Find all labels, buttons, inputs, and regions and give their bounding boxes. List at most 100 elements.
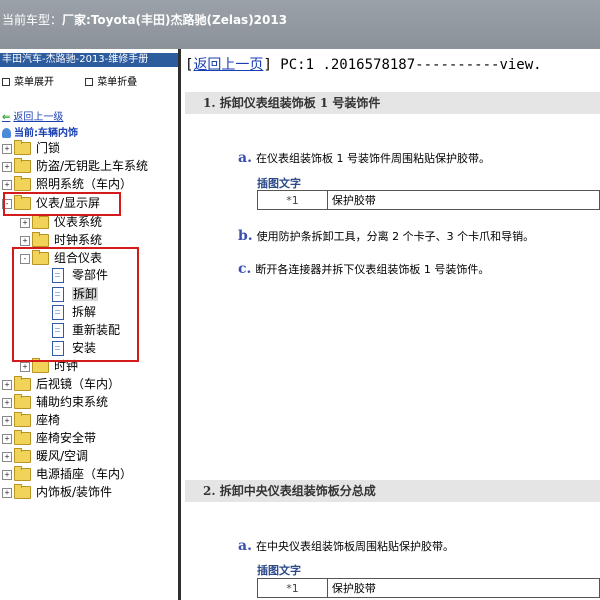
figure-number: *1 [257, 578, 328, 598]
expand-toggle-icon[interactable]: + [20, 361, 30, 372]
expand-toggle-icon[interactable]: + [2, 143, 12, 154]
page-code: PC:1 .2016578187----------view. [271, 57, 542, 73]
folder-icon [32, 214, 49, 229]
tree-item-instrument-display[interactable]: - 仪表/显示屏 [2, 194, 100, 212]
menu-collapse-button[interactable]: 菜单折叠 [85, 77, 151, 88]
folder-icon [14, 158, 31, 173]
tree-item-clock-system[interactable]: + 时钟系统 [20, 231, 102, 249]
folder-icon [14, 430, 31, 445]
tree-item-anti-theft[interactable]: + 防盗/无钥匙上车系统 [2, 157, 148, 175]
tree-item-label: 暖风/空调 [36, 449, 89, 463]
tree-item-label: 座椅安全带 [36, 431, 97, 445]
back-page-link[interactable]: 返回上一页 [193, 57, 263, 73]
expand-toggle-icon[interactable]: + [20, 235, 30, 246]
tree-item-interior-mirror[interactable]: + 后视镜（车内） [2, 375, 120, 393]
document-icon [52, 323, 64, 338]
back-to-parent-label: 返回上一级 [13, 112, 64, 123]
tree-item-seat-belt[interactable]: + 座椅安全带 [2, 429, 96, 447]
tree-item-combination-meter[interactable]: - 组合仪表 [20, 249, 102, 267]
step-text: 在中央仪表组装饰板周围粘贴保护胶带。 [255, 540, 454, 553]
document-icon [52, 305, 64, 320]
tree-item-label: 辅助约束系统 [36, 395, 109, 409]
document-icon [52, 268, 64, 283]
procedure-step: b. 使用防护条拆卸工具，分离 2 个卡子、3 个卡爪和导销。 [238, 228, 534, 244]
expand-toggle-icon[interactable]: + [2, 433, 12, 444]
folder-open-icon [14, 195, 31, 210]
tree-item-seat[interactable]: + 座椅 [2, 411, 60, 429]
expand-toggle-icon[interactable]: + [2, 487, 12, 498]
current-category-label: 当前:车辆内饰 [14, 128, 78, 139]
tree-item-label: 零部件 [72, 268, 109, 282]
tree-item-hvac[interactable]: + 暖风/空调 [2, 447, 88, 465]
step-text: 断开各连接器并拆下仪表组装饰板 1 号装饰件。 [255, 263, 490, 276]
tree-item-reassembly[interactable]: 重新装配 [52, 321, 120, 339]
tree-item-clock[interactable]: + 时钟 [20, 357, 78, 375]
menu-tools: 菜单展开 菜单折叠 [2, 73, 165, 88]
step-letter: c. [238, 261, 252, 277]
folder-icon [14, 394, 31, 409]
figure-table: *1 保护胶带 [257, 190, 600, 210]
folder-icon [14, 376, 31, 391]
folder-icon [32, 232, 49, 247]
tree-item-label: 拆解 [72, 305, 97, 319]
tree-item-srs[interactable]: + 辅助约束系统 [2, 393, 108, 411]
expand-toggle-icon[interactable]: + [2, 415, 12, 426]
figure-table: *1 保护胶带 [257, 578, 600, 598]
tree-item-label: 重新装配 [72, 323, 121, 337]
tree-item-label: 座椅 [36, 413, 61, 427]
collapse-toggle-icon[interactable]: - [20, 253, 30, 264]
square-icon [2, 78, 10, 86]
step-letter: b. [238, 228, 253, 244]
menu-collapse-label: 菜单折叠 [97, 77, 138, 88]
figure-label: 插图文字 [257, 564, 301, 577]
tree-item-interior-trim[interactable]: + 内饰板/装饰件 [2, 483, 112, 501]
folder-icon [14, 448, 31, 463]
step-text: 在仪表组装饰板 1 号装饰件周围粘贴保护胶带。 [255, 152, 490, 165]
current-model-value: 厂家:Toyota(丰田)杰路驰(Zelas)2013 [62, 13, 288, 27]
sidebar: 丰田汽车-杰路驰-2013-维修手册 菜单展开 菜单折叠 ⇐ 返回上一级 当前:车… [0, 49, 178, 600]
procedure-step: c. 断开各连接器并拆下仪表组装饰板 1 号装饰件。 [238, 261, 489, 277]
expand-toggle-icon[interactable]: + [2, 379, 12, 390]
collapse-toggle-icon[interactable]: - [2, 198, 12, 209]
menu-expand-button[interactable]: 菜单展开 [2, 77, 68, 88]
figure-text: 保护胶带 [326, 578, 600, 598]
document-icon [52, 341, 64, 356]
folder-icon [14, 466, 31, 481]
current-category: 当前:车辆内饰 [2, 124, 78, 139]
folder-icon [14, 484, 31, 499]
current-model-label: 当前车型： [2, 13, 63, 27]
figure-number: *1 [257, 190, 328, 210]
tree-item-label: 时钟系统 [54, 233, 103, 247]
expand-toggle-icon[interactable]: + [2, 469, 12, 480]
expand-toggle-icon[interactable]: + [2, 397, 12, 408]
tree-item-label: 仪表系统 [54, 215, 103, 229]
tree-item-label: 安装 [72, 341, 97, 355]
figure-label: 插图文字 [257, 177, 301, 190]
tree-item-installation[interactable]: 安装 [52, 339, 96, 357]
tree-item-instrument-system[interactable]: + 仪表系统 [20, 213, 102, 231]
folder-icon [14, 140, 31, 155]
document-icon [52, 287, 64, 302]
tree-item-label: 时钟 [54, 359, 79, 373]
tree-item-label: 门锁 [36, 141, 61, 155]
tree-item-interior-lighting[interactable]: + 照明系统（车内） [2, 175, 132, 193]
expand-toggle-icon[interactable]: + [2, 179, 12, 190]
procedure-step: a. 在仪表组装饰板 1 号装饰件周围粘贴保护胶带。 [238, 150, 490, 166]
step-letter: a. [238, 538, 252, 554]
expand-toggle-icon[interactable]: + [20, 217, 30, 228]
tree-item-label: 后视镜（车内） [36, 377, 121, 391]
folder-open-icon [32, 250, 49, 265]
tree-item-door-lock[interactable]: + 门锁 [2, 139, 60, 157]
expand-toggle-icon[interactable]: + [2, 451, 12, 462]
back-to-parent-link[interactable]: ⇐ 返回上一级 [2, 108, 63, 123]
user-icon [2, 128, 11, 138]
expand-toggle-icon[interactable]: + [2, 161, 12, 172]
procedure-step: a. 在中央仪表组装饰板周围粘贴保护胶带。 [238, 538, 454, 554]
tree-item-disassembly[interactable]: 拆解 [52, 303, 96, 321]
tree-item-label: 防盗/无钥匙上车系统 [36, 159, 149, 173]
tree-item-power-outlet[interactable]: + 电源插座（车内） [2, 465, 132, 483]
back-arrow-icon: ⇐ [2, 112, 11, 123]
bracket-close: ] [263, 57, 272, 73]
tree-item-components[interactable]: 零部件 [52, 266, 108, 284]
tree-item-removal[interactable]: 拆卸 [52, 285, 99, 303]
